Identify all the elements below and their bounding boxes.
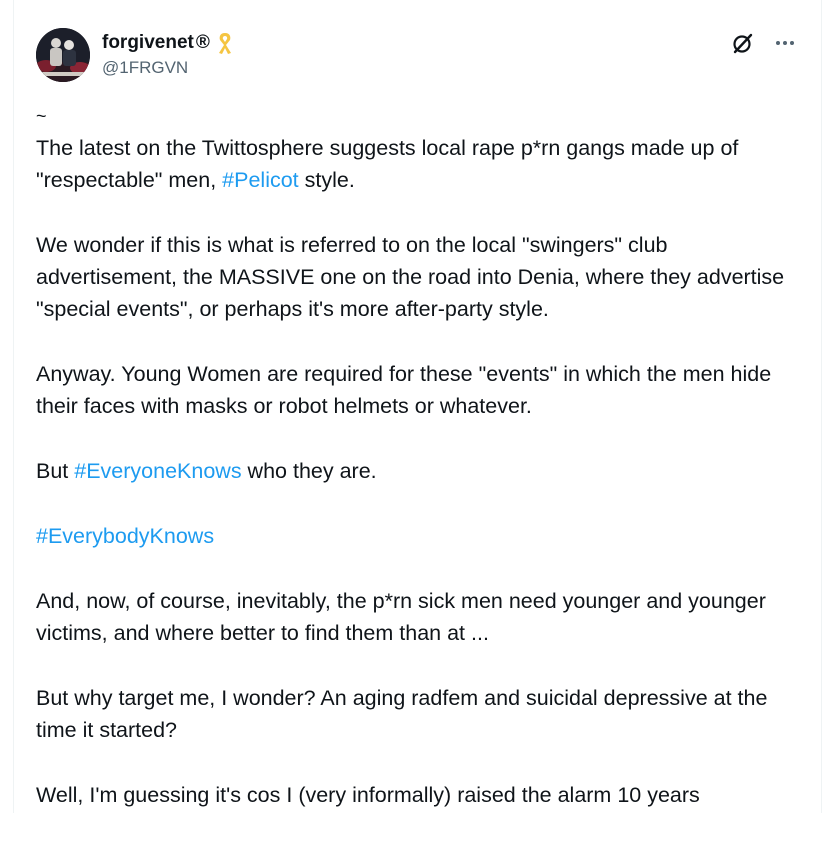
tweet-paragraph-2: We wonder if this is what is referred to… bbox=[36, 233, 785, 321]
tweet-paragraph-5: #EverybodyKnows bbox=[36, 520, 806, 552]
tweet-paragraph-1: The latest on the Twittosphere suggests … bbox=[36, 132, 806, 196]
user-handle[interactable]: @1FRGVN bbox=[102, 58, 188, 78]
avatar-image bbox=[36, 28, 90, 82]
grok-icon[interactable] bbox=[729, 29, 757, 57]
ribbon-icon bbox=[216, 31, 234, 55]
registered-mark: ® bbox=[195, 32, 210, 53]
avatar[interactable] bbox=[36, 28, 90, 82]
tweet-actions-top bbox=[729, 29, 799, 57]
tweet-text-span: style. bbox=[298, 168, 355, 192]
tweet-text-span: But bbox=[36, 459, 75, 483]
hashtag-link-everyoneknows[interactable]: #EveryoneKnows bbox=[74, 459, 241, 483]
tweet-paragraph-4: But #EveryoneKnows who they are. bbox=[36, 455, 806, 487]
display-name[interactable]: forgivenet bbox=[102, 32, 194, 54]
tweet-text-span: The latest on the Twittosphere suggests … bbox=[36, 136, 739, 192]
hashtag-link-everybodyknows[interactable]: #EverybodyKnows bbox=[36, 524, 214, 548]
tweet-paragraph-8: Well, I'm guessing it's cos I (very info… bbox=[36, 783, 700, 807]
more-icon[interactable] bbox=[771, 29, 799, 57]
tweet-card: forgivenet ® @1FRGVN ~ The latest on the… bbox=[13, 0, 822, 813]
tweet-text-span: who they are. bbox=[241, 459, 377, 483]
tweet-text: ~ The latest on the Twittosphere suggest… bbox=[36, 100, 806, 844]
tweet-paragraph-6: And, now, of course, inevitably, the p*r… bbox=[36, 589, 766, 645]
hashtag-link-pelicot[interactable]: #Pelicot bbox=[222, 168, 299, 192]
tweet-paragraph-7: But why target me, I wonder? An aging ra… bbox=[36, 686, 768, 742]
tweet-tilde: ~ bbox=[36, 106, 47, 126]
tweet-paragraph-3: Anyway. Young Women are required for the… bbox=[36, 362, 772, 418]
user-name-row: forgivenet ® bbox=[102, 30, 234, 56]
